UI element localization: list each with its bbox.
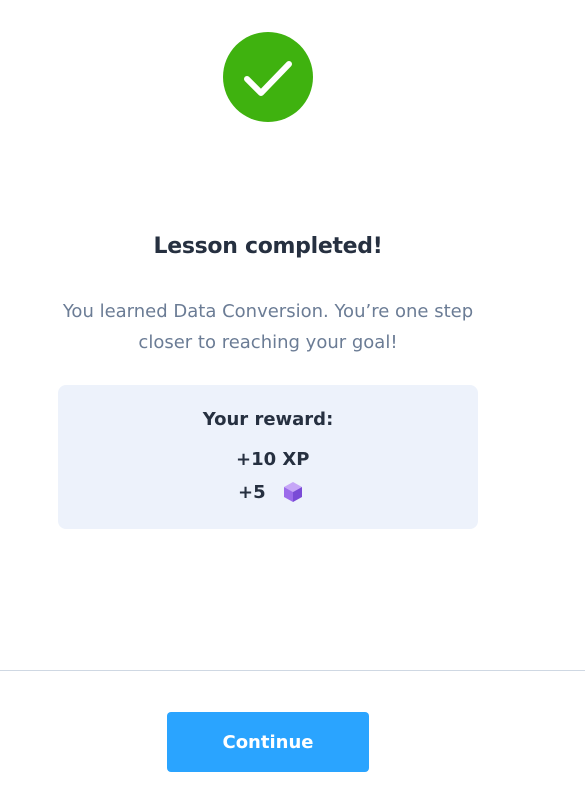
completion-message: You learned Data Conversion. You’re one … bbox=[62, 301, 474, 353]
page-title: Lesson completed! bbox=[153, 234, 383, 259]
continue-button[interactable]: Continue bbox=[167, 712, 369, 772]
reward-heading: Your reward: bbox=[202, 409, 334, 430]
footer-divider bbox=[0, 670, 585, 671]
success-check-icon bbox=[223, 32, 313, 122]
gem-cube-icon bbox=[282, 481, 304, 503]
reward-card: Your reward: +10 XP +5 bbox=[58, 385, 478, 529]
lesson-complete-screen: Lesson completed! You learned Data Conve… bbox=[0, 0, 585, 792]
reward-gems-row: +5 bbox=[238, 481, 304, 503]
checkmark-icon bbox=[244, 61, 292, 96]
reward-xp: +10 XP bbox=[236, 449, 310, 470]
reward-gems-value: +5 bbox=[238, 481, 266, 503]
